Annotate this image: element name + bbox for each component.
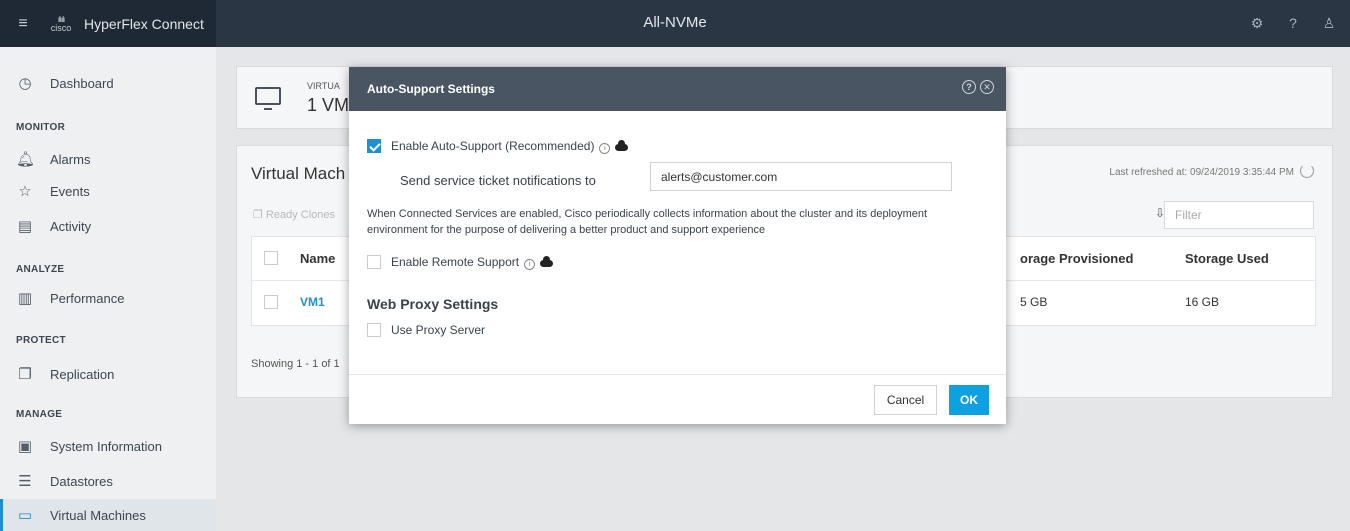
use-proxy-label: Use Proxy Server	[391, 323, 486, 337]
enable-auto-support-checkbox[interactable]	[367, 138, 381, 153]
ok-button[interactable]: OK	[949, 385, 989, 415]
dialog-footer: Cancel OK	[349, 374, 1006, 424]
use-proxy-row: Use Proxy Server	[367, 323, 485, 337]
cloud-icon	[615, 140, 629, 151]
enable-auto-support-label: Enable Auto-Support (Recommended)	[391, 138, 595, 153]
close-icon[interactable]: ✕	[980, 80, 994, 94]
notification-email-label: Send service ticket notifications to	[400, 173, 596, 188]
info-icon[interactable]: i	[599, 143, 611, 154]
cancel-button[interactable]: Cancel	[874, 385, 937, 415]
enable-remote-support-row: Enable Remote Support i	[367, 253, 554, 270]
cloud-icon	[540, 256, 554, 267]
help-icon[interactable]: ?	[962, 80, 976, 94]
enable-auto-support-row: Enable Auto-Support (Recommended) i	[367, 137, 629, 154]
auto-support-dialog: Auto-Support Settings ? ✕ Enable Auto-Su…	[349, 67, 1006, 424]
enable-remote-support-checkbox[interactable]	[367, 254, 381, 269]
connected-services-description: When Connected Services are enabled, Cis…	[367, 208, 928, 236]
dialog-title: Auto-Support Settings	[367, 82, 495, 96]
use-proxy-checkbox[interactable]	[367, 323, 381, 337]
dialog-header: Auto-Support Settings ? ✕	[349, 67, 1006, 111]
notification-email-input[interactable]: alerts@customer.com	[650, 162, 952, 191]
web-proxy-heading: Web Proxy Settings	[367, 296, 499, 312]
enable-remote-support-label: Enable Remote Support	[391, 254, 520, 269]
info-icon[interactable]: i	[524, 259, 536, 270]
